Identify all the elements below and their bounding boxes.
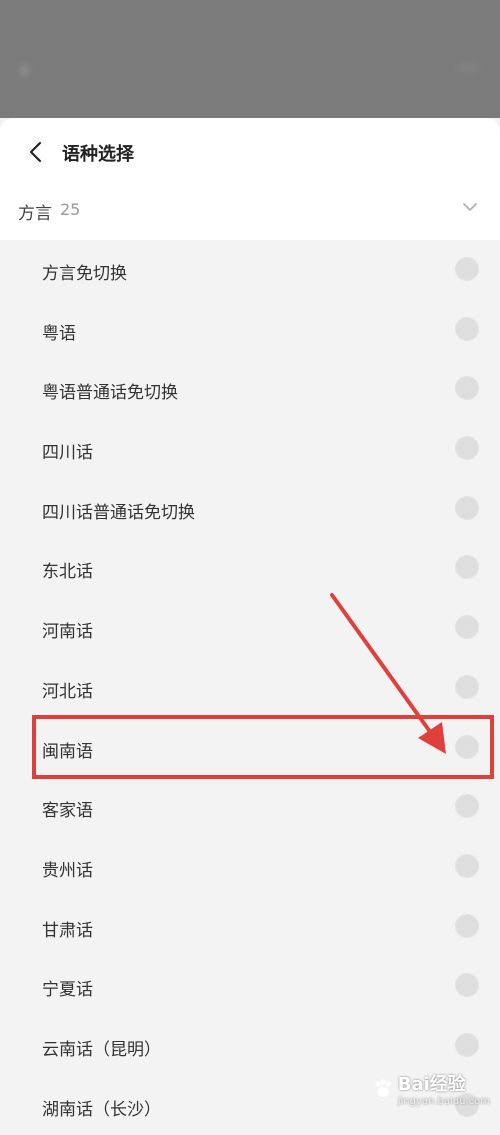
baidu-jingyan-watermark: Bai经验 jingyan.baidu.com — [372, 1070, 490, 1107]
watermark-url: jingyan.baidu.com — [397, 1096, 490, 1107]
watermark-brand: Bai — [397, 1074, 430, 1095]
red-arrow-annotation — [330, 593, 446, 754]
paw-logo-icon — [375, 1078, 391, 1097]
watermark-tail: 经验 — [429, 1074, 466, 1095]
